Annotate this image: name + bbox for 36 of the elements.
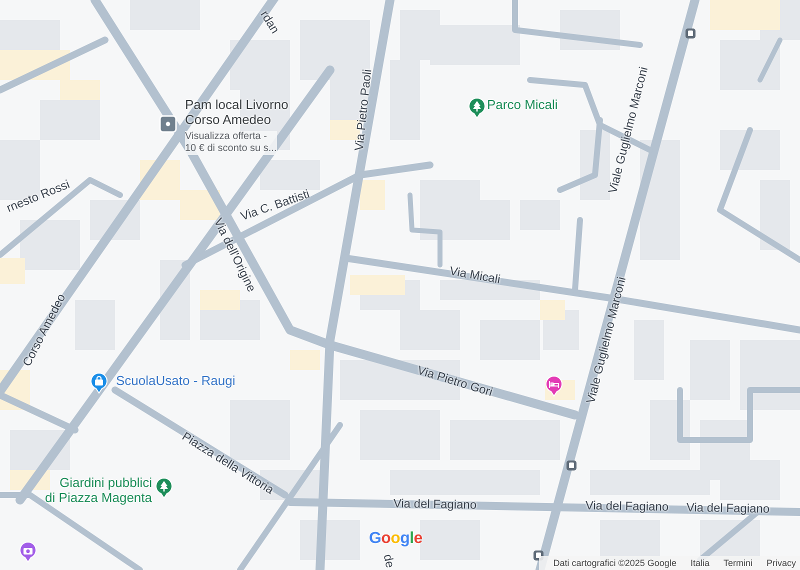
street-label: rnesto Rossi bbox=[4, 178, 72, 214]
building bbox=[740, 340, 800, 410]
street-label: Via C. Battisti bbox=[239, 188, 311, 222]
street-label: Via Pietro Paoli bbox=[352, 68, 374, 152]
bus-stop-icon[interactable] bbox=[685, 28, 696, 39]
building bbox=[260, 160, 320, 190]
footer-link[interactable]: Italia bbox=[690, 556, 710, 570]
footer-link[interactable]: Privacy bbox=[766, 556, 796, 570]
street-label: de bbox=[382, 553, 396, 569]
bed-pin-icon[interactable] bbox=[545, 375, 563, 397]
camera-pin-icon[interactable] bbox=[19, 541, 37, 563]
building bbox=[360, 180, 385, 210]
bag-pin-icon[interactable] bbox=[90, 372, 108, 394]
map-data-credit: Dati cartografici ©2025 Google bbox=[553, 556, 676, 570]
building bbox=[760, 180, 790, 250]
street-label: Via del Fagiano bbox=[393, 497, 477, 511]
bus-stop-icon[interactable] bbox=[566, 460, 577, 471]
street-label: Via Micali bbox=[448, 264, 502, 286]
tree-pin-icon[interactable] bbox=[468, 97, 486, 119]
building bbox=[290, 350, 320, 370]
street-label: Viale Guglielmo Marconi bbox=[584, 276, 628, 404]
street-label: Viale Guglielmo Marconi bbox=[606, 66, 650, 194]
place-label[interactable]: ScuolaUsato - Raugi bbox=[116, 374, 236, 389]
road bbox=[758, 38, 782, 82]
street-label: Via del Fagiano bbox=[686, 501, 770, 515]
tree-pin-icon[interactable] bbox=[155, 477, 173, 499]
footer-link[interactable]: Termini bbox=[723, 556, 752, 570]
building bbox=[230, 40, 290, 90]
street-label: Via Pietro Gori bbox=[416, 364, 494, 398]
place-label[interactable]: Parco Micali bbox=[487, 98, 558, 113]
shop-pin-icon[interactable] bbox=[159, 115, 177, 133]
place-label[interactable]: Giardini pubblici di Piazza Magenta bbox=[45, 476, 152, 506]
offer-note: Visualizza offerta - 10 € di sconto su s... bbox=[185, 131, 277, 155]
place-label[interactable]: Pam local Livorno Corso Amedeo bbox=[185, 98, 288, 128]
street-label: Via del Fagiano bbox=[585, 499, 669, 513]
map-logo: Google bbox=[369, 531, 422, 547]
